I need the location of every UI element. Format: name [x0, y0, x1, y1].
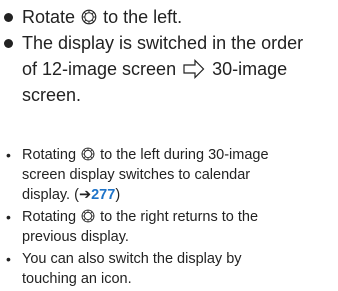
- page-ref-arrow-icon: ➔: [78, 187, 92, 203]
- note-rotate-right: • Rotating to the right returns to the p…: [0, 207, 338, 247]
- page-ref-link[interactable]: 277: [91, 187, 115, 203]
- instruction-steps: Rotate to the left. The display is switc…: [0, 4, 338, 108]
- note-touch-icon: • You can also switch the display by tou…: [0, 249, 338, 289]
- step-line-2-pre: of 12-image screen: [22, 59, 177, 79]
- note-text-pre: Rotating: [22, 147, 77, 163]
- note-line-2: touching an icon.: [22, 271, 132, 287]
- note-text-post: to the left during 30-image: [100, 147, 269, 163]
- step-bullet: [4, 13, 13, 22]
- step-display-order: The display is switched in the order of …: [0, 30, 338, 108]
- right-arrow-icon: [183, 59, 205, 79]
- note-bullet: •: [6, 209, 11, 225]
- step-text-post: to the left.: [103, 7, 183, 27]
- note-text-post: to the right returns to the: [100, 209, 259, 225]
- step-bullet: [4, 39, 13, 48]
- step-line-2-post: 30-image: [212, 59, 288, 79]
- note-calendar: • Rotating to the left during 30-image s…: [0, 145, 338, 205]
- note-bullet: •: [6, 251, 11, 267]
- note-line-3-post: ): [115, 187, 121, 203]
- note-text-pre: Rotating: [22, 209, 77, 225]
- note-line-3-pre: display. (: [22, 187, 79, 203]
- control-dial-icon: [81, 147, 95, 161]
- control-dial-icon: [81, 9, 97, 25]
- note-bullet: •: [6, 147, 11, 163]
- step-line-1: The display is switched in the order: [22, 33, 304, 53]
- note-line-2: screen display switches to calendar: [22, 167, 251, 183]
- note-line-2: previous display.: [22, 229, 129, 245]
- step-line-3: screen.: [22, 85, 82, 105]
- notes-list: • Rotating to the left during 30-image s…: [0, 145, 338, 291]
- step-text-pre: Rotate: [22, 7, 76, 27]
- step-rotate: Rotate to the left.: [0, 4, 338, 30]
- note-line-1: You can also switch the display by: [22, 251, 242, 267]
- control-dial-icon: [81, 209, 95, 223]
